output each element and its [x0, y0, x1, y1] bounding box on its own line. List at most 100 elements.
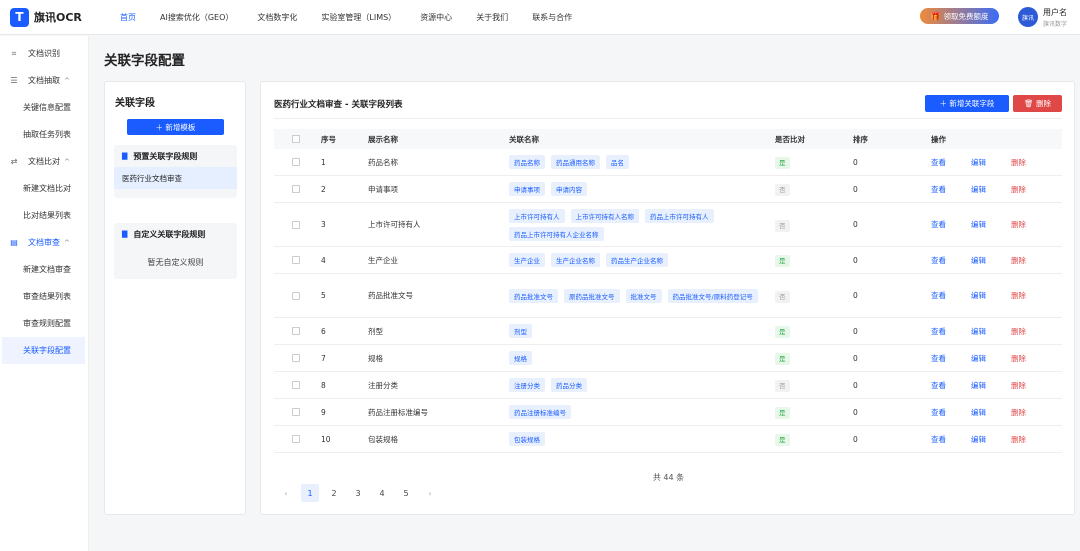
edit-link[interactable]: 编辑: [971, 290, 986, 301]
next-page-button[interactable]: ›: [421, 484, 439, 502]
edit-link[interactable]: 编辑: [971, 353, 986, 364]
col-header: 是否比对: [775, 134, 805, 144]
preset-rule-item[interactable]: 医药行业文档审查: [114, 167, 237, 189]
sidebar-item[interactable]: 抽取任务列表: [0, 121, 88, 148]
avatar[interactable]: 旗讯: [1018, 7, 1038, 27]
row-related-names: 上市许可持有人 上市许可持有人名称 药品上市许可持有人 药品上市许可持有人企业名称: [509, 203, 775, 247]
page-button[interactable]: 5: [397, 484, 415, 502]
sidebar-item[interactable]: 审查规则配置: [0, 310, 88, 337]
row-select-cell: [274, 256, 321, 264]
prev-page-button[interactable]: ‹: [277, 484, 295, 502]
delete-link[interactable]: 删除: [1011, 255, 1026, 266]
compare-badge: 是: [775, 407, 790, 419]
view-link[interactable]: 查看: [931, 353, 946, 364]
nav-item-2[interactable]: 文档数字化: [257, 12, 297, 23]
nav-item-4[interactable]: 资源中心: [420, 12, 452, 23]
select-all-checkbox[interactable]: [292, 135, 300, 143]
row-compare-cell: 否: [775, 219, 853, 232]
view-link[interactable]: 查看: [931, 434, 946, 445]
sidebar-item[interactable]: 新建文档审查: [0, 256, 88, 283]
logo[interactable]: T 旗讯OCR: [10, 7, 100, 27]
sidebar-item[interactable]: ⌗ 文档识别: [0, 40, 88, 67]
view-link[interactable]: 查看: [931, 219, 946, 230]
row-checkbox[interactable]: [292, 354, 300, 362]
edit-link[interactable]: 编辑: [971, 184, 986, 195]
row-checkbox[interactable]: [292, 220, 300, 229]
delete-link[interactable]: 删除: [1011, 353, 1026, 364]
view-link[interactable]: 查看: [931, 255, 946, 266]
free-quota-button[interactable]: 🎁 领取免费额度: [920, 8, 999, 24]
edit-link[interactable]: 编辑: [971, 157, 986, 168]
top-nav: T 旗讯OCR 首页 AI搜索优化（GEO） 文档数字化 实验室管理（LIMS） 资源中…: [0, 0, 1080, 35]
delete-link[interactable]: 删除: [1011, 434, 1026, 445]
row-checkbox[interactable]: [292, 185, 300, 193]
view-link[interactable]: 查看: [931, 290, 946, 301]
row-checkbox[interactable]: [292, 327, 300, 335]
sidebar-item-label: 审查结果列表: [23, 292, 71, 301]
sidebar-item[interactable]: 新建文档比对: [0, 175, 88, 202]
sidebar-item[interactable]: 比对结果列表: [0, 202, 88, 229]
delete-link[interactable]: 删除: [1011, 184, 1026, 195]
sidebar-item-label: 文档审查: [28, 238, 60, 247]
view-link[interactable]: 查看: [931, 157, 946, 168]
document-icon: ▇: [122, 152, 128, 160]
sidebar-item[interactable]: 关键信息配置: [0, 94, 88, 121]
page-button[interactable]: 2: [325, 484, 343, 502]
delete-link[interactable]: 删除: [1011, 407, 1026, 418]
related-name-tag: 药品生产企业名称: [606, 253, 668, 267]
delete-button[interactable]: 🗑 删除: [1013, 95, 1062, 112]
view-link[interactable]: 查看: [931, 407, 946, 418]
delete-link[interactable]: 删除: [1011, 157, 1026, 168]
user-info[interactable]: 用户名 旗讯数字: [1043, 7, 1067, 28]
edit-link[interactable]: 编辑: [971, 407, 986, 418]
row-checkbox[interactable]: [292, 158, 300, 166]
custom-rules-header: ▇ 自定义关联字段规则: [114, 223, 237, 245]
chevron-up-icon[interactable]: ^: [64, 239, 70, 247]
row-select-cell: [274, 291, 321, 300]
sidebar-item[interactable]: ☰ 文档抽取 ^: [0, 67, 88, 94]
row-checkbox[interactable]: [292, 408, 300, 416]
compare-badge: 否: [775, 219, 790, 232]
related-name-tag: 申请事项: [509, 182, 545, 196]
sidebar-item[interactable]: ▤ 文档审查 ^: [0, 229, 88, 256]
page-button[interactable]: 3: [349, 484, 367, 502]
row-checkbox[interactable]: [292, 381, 300, 389]
add-field-button[interactable]: ＋ 新增关联字段: [925, 95, 1009, 112]
related-name-tag: 申请内容: [551, 182, 587, 196]
view-link[interactable]: 查看: [931, 380, 946, 391]
related-name-tag: 规格: [509, 351, 532, 365]
edit-link[interactable]: 编辑: [971, 255, 986, 266]
page-button[interactable]: 1: [301, 484, 319, 502]
field-table: 序号 展示名称 关联名称 是否比对 排序 操作 1 药品名称 药品名称 药品通用名称品…: [274, 129, 1062, 453]
row-sort: 0: [853, 407, 858, 417]
nav-item-1[interactable]: AI搜索优化（GEO）: [160, 12, 233, 23]
delete-link[interactable]: 删除: [1011, 290, 1026, 301]
nav-item-5[interactable]: 关于我们: [476, 12, 508, 23]
edit-link[interactable]: 编辑: [971, 380, 986, 391]
delete-link[interactable]: 删除: [1011, 326, 1026, 337]
new-template-button[interactable]: ＋ 新增模板: [127, 119, 224, 135]
nav-item-0[interactable]: 首页: [120, 12, 136, 23]
row-compare-cell: 是: [775, 255, 853, 267]
edit-link[interactable]: 编辑: [971, 434, 986, 445]
delete-link[interactable]: 删除: [1011, 219, 1026, 230]
sidebar-item[interactable]: ⇄ 文档比对 ^: [0, 148, 88, 175]
delete-link[interactable]: 删除: [1011, 380, 1026, 391]
sidebar-item-label: 审查规则配置: [23, 319, 71, 328]
col-header: 关联名称: [509, 134, 539, 144]
sidebar-item[interactable]: 审查结果列表: [0, 283, 88, 310]
chevron-up-icon[interactable]: ^: [64, 77, 70, 85]
chevron-up-icon[interactable]: ^: [64, 158, 70, 166]
nav-item-3[interactable]: 实验室管理（LIMS）: [321, 12, 396, 23]
view-link[interactable]: 查看: [931, 326, 946, 337]
page-button[interactable]: 4: [373, 484, 391, 502]
edit-link[interactable]: 编辑: [971, 219, 986, 230]
edit-link[interactable]: 编辑: [971, 326, 986, 337]
row-checkbox[interactable]: [292, 256, 300, 264]
row-checkbox[interactable]: [292, 291, 300, 300]
sidebar-item[interactable]: 关联字段配置: [2, 337, 85, 364]
nav-item-6[interactable]: 联系与合作: [532, 12, 572, 23]
row-checkbox[interactable]: [292, 435, 300, 443]
view-link[interactable]: 查看: [931, 184, 946, 195]
logo-mark: T: [10, 7, 29, 27]
